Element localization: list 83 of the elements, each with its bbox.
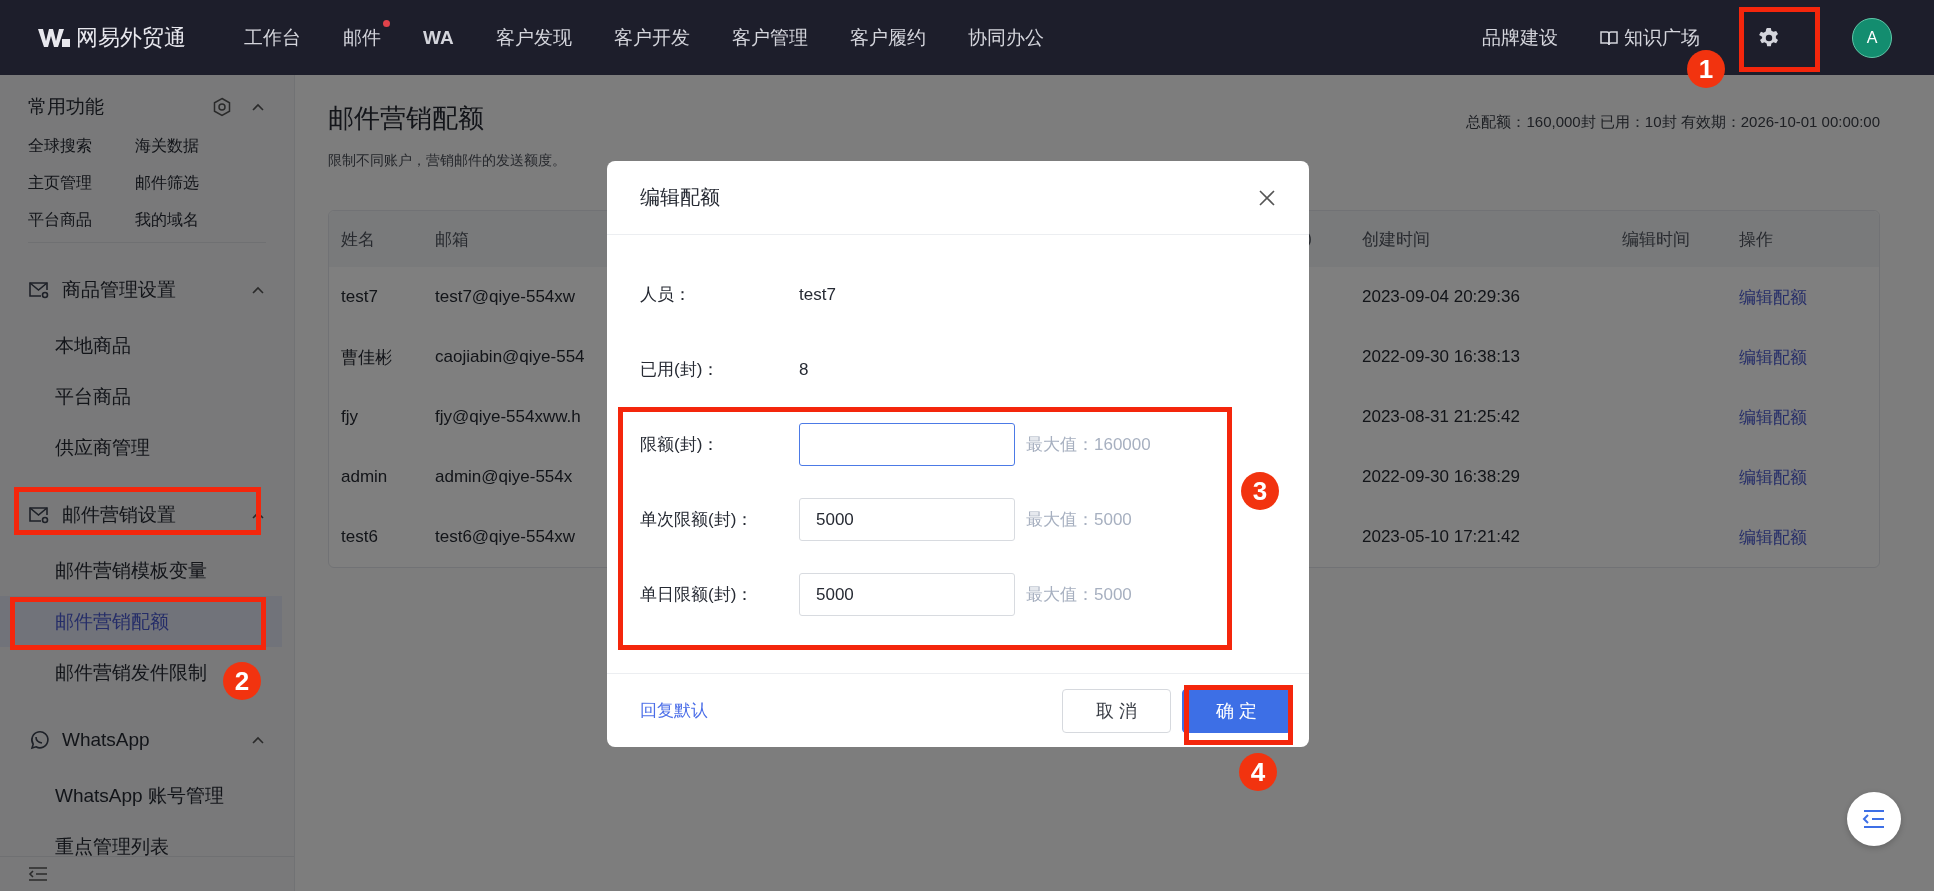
menu-item[interactable]: 邮件营销发件限制 [55,659,207,686]
edit-quota-link[interactable]: 编辑配额 [1739,467,1807,487]
max-value-hint: 最大值：5000 [1026,584,1132,606]
menu-indent-icon [1862,809,1886,829]
field-value: 8 [799,359,809,380]
field-label: 单日限额(封)： [640,585,754,604]
table-cell: 2022-09-30 16:38:13 [1362,347,1520,366]
field-label: 人员： [640,285,691,304]
shortcut-link[interactable]: 平台商品 [28,211,135,229]
nav-tab[interactable]: 客户开发 [613,24,690,51]
nav-tab[interactable]: 客户履约 [849,24,926,51]
field-value: test7 [799,284,836,305]
menu-item[interactable]: 供应商管理 [55,434,150,461]
table-cell: 2023-05-10 17:21:42 [1362,527,1520,546]
table-cell: test6@qiye-554xw [435,527,576,546]
page-description: 限制不同账户，营销邮件的发送额度。 [328,152,567,170]
page-title: 邮件营销配额 [328,102,485,135]
menu-item[interactable]: 平台商品 [55,383,131,410]
table-cell: admin [341,467,388,486]
nav-link[interactable]: 知识广场 [1624,24,1700,51]
menu-group-title[interactable]: WhatsApp [62,729,238,751]
book-icon [1600,28,1618,47]
mail-gear-icon [28,279,50,301]
table-cell: admin@qiye-554x [435,467,573,486]
shortcut-link[interactable]: 海关数据 [135,137,242,155]
reset-default-link[interactable]: 回复默认 [640,701,708,720]
hexagon-settings-icon[interactable] [212,97,232,117]
whatsapp-icon [28,729,50,751]
nav-link[interactable]: 品牌建设 [1482,24,1558,51]
table-cell: 曹佳彬 [341,347,392,367]
edit-quota-link[interactable]: 编辑配额 [1739,527,1807,547]
logo-icon [38,26,70,49]
collapse-menu-icon[interactable] [28,866,48,882]
nav-tab[interactable]: 协同办公 [967,24,1044,51]
table-cell: test7 [341,287,378,306]
column-header: 姓名 [341,229,375,249]
nav-tab[interactable]: 客户管理 [731,24,808,51]
menu-group-title[interactable]: 邮件营销设置 [62,502,238,528]
nav-tab[interactable]: WA [423,26,454,49]
table-cell: 2022-09-30 16:38:29 [1362,467,1520,486]
nav-tab[interactable]: 工作台 [244,24,301,51]
shortcut-link[interactable]: 邮件筛选 [135,174,242,192]
column-header: 创建时间 [1362,229,1430,249]
user-avatar[interactable]: A [1852,17,1892,58]
column-header: 操作 [1739,229,1773,249]
shortcut-link[interactable]: 全球搜索 [28,137,135,155]
shortcut-link[interactable]: 主页管理 [28,174,135,192]
field-label: 单次限额(封)： [640,510,754,529]
edit-quota-link[interactable]: 编辑配额 [1739,287,1807,307]
max-value-hint: 最大值：5000 [1026,509,1132,531]
table-cell: fjy@qiye-554xww.h [435,407,581,426]
menu-group-title[interactable]: 商品管理设置 [62,277,238,303]
input-field[interactable]: 5000 [799,573,1015,616]
table-cell: test7@qiye-554xw [435,287,576,306]
settings-icon[interactable] [1758,26,1780,49]
dialog-title: 编辑配额 [640,185,721,210]
field-label: 已用(封)： [640,360,720,379]
column-header: 邮箱 [435,229,469,249]
mail-gear-icon [28,504,50,526]
table-cell: caojiabin@qiye-554 [435,347,585,366]
field-label: 限额(封)： [640,435,720,454]
nav-tab[interactable]: 客户发现 [495,24,572,51]
column-header: 编辑时间 [1622,229,1690,249]
menu-item[interactable]: 邮件营销模板变量 [55,557,207,584]
cancel-button[interactable]: 取 消 [1062,688,1171,733]
table-cell: fjy [341,407,358,426]
section-title: 常用功能 [28,95,105,119]
shortcut-link[interactable]: 我的域名 [135,211,242,229]
input-field[interactable]: 5000 [799,498,1015,541]
app-logo-text: 网易外贸通 [76,23,186,52]
menu-item[interactable]: 重点管理列表 [55,833,169,860]
close-icon[interactable] [1257,187,1277,208]
nav-tab[interactable]: 邮件 [343,26,381,48]
input-field[interactable] [799,423,1015,466]
quota-summary: 总配额：160,000封 已用：10封 有效期：2026-10-01 00:00:00 [1466,113,1880,132]
table-cell: 2023-08-31 21:25:42 [1362,407,1520,426]
table-cell: test6 [341,527,378,546]
edit-quota-link[interactable]: 编辑配额 [1739,407,1807,427]
edit-quota-link[interactable]: 编辑配额 [1739,347,1807,367]
table-cell: 2023-09-04 20:29:36 [1362,287,1520,306]
max-value-hint: 最大值：160000 [1026,434,1151,456]
menu-item[interactable]: 本地商品 [55,332,131,359]
menu-item[interactable]: WhatsApp 账号管理 [55,782,224,809]
